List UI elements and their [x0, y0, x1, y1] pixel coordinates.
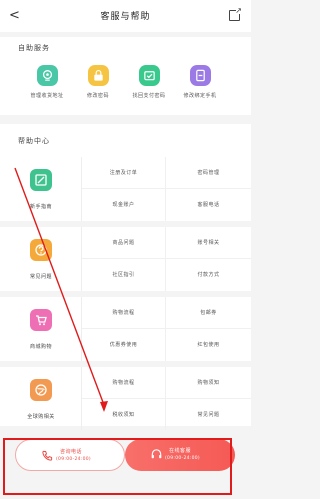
wallet-check-icon: [138, 65, 160, 86]
change-password-label: 修改密码: [86, 93, 109, 99]
help-center-title: 帮助中心: [18, 137, 50, 145]
help-link[interactable]: 包邮券: [166, 297, 251, 329]
recover-pay-password-label: 找回支付密码: [132, 93, 166, 99]
help-link[interactable]: 客服电话: [166, 189, 251, 221]
global-label: 全球购相关: [27, 414, 55, 420]
help-link[interactable]: 密码管理: [166, 157, 251, 189]
help-link[interactable]: 社区指引: [82, 259, 166, 291]
help-link[interactable]: 优惠券使用: [82, 329, 166, 361]
help-link[interactable]: 购物流程: [82, 367, 166, 399]
recover-pay-password-button[interactable]: 找回支付密码: [124, 65, 174, 99]
help-link[interactable]: 税收须知: [82, 399, 166, 431]
help-link[interactable]: 商品问题: [82, 227, 166, 259]
help-row-global: 全球购相关 购物流程 购物须知 税收须知 常见问题: [0, 367, 251, 431]
help-link[interactable]: 常见问题: [166, 399, 251, 431]
nav-bar: < 客服与帮助 ↗: [0, 0, 251, 32]
cart-icon: [30, 309, 52, 331]
globe-icon: [30, 379, 52, 401]
faq-label: 常见问题: [29, 274, 52, 280]
shopping-category[interactable]: 商城购物: [0, 297, 82, 361]
lock-icon: [87, 65, 109, 86]
help-link[interactable]: 现金账户: [82, 189, 166, 221]
help-link[interactable]: 购物须知: [166, 367, 251, 399]
global-category[interactable]: 全球购相关: [0, 367, 82, 431]
question-icon: [30, 239, 52, 261]
help-link[interactable]: 购物流程: [82, 297, 166, 329]
guide-category[interactable]: 新手指南: [0, 157, 82, 221]
help-center-card: 帮助中心 新手指南 注册及订单 密码管理 现金账户 客服电话 常见问题 商品问题…: [0, 124, 251, 431]
change-phone-button[interactable]: 修改绑定手机: [175, 65, 225, 99]
help-row-shopping: 商城购物 购物流程 包邮券 优惠券使用 红包使用: [0, 297, 251, 361]
address-pin-icon: [36, 65, 58, 86]
self-service-card: 自助服务 管理收货地址 修改密码 找回支付密码 修改绑定手机: [0, 37, 251, 115]
manage-address-label: 管理收货地址: [30, 93, 64, 99]
page-title: 客服与帮助: [100, 12, 151, 22]
annotation-highlight-box: [3, 438, 232, 495]
help-link[interactable]: 注册及订单: [82, 157, 166, 189]
help-link[interactable]: 账号相关: [166, 227, 251, 259]
guide-book-icon: [30, 169, 52, 191]
help-row-guide: 新手指南 注册及订单 密码管理 现金账户 客服电话: [0, 157, 251, 221]
guide-label: 新手指南: [29, 204, 52, 210]
external-arrow-glyph: ↗: [235, 6, 242, 15]
help-row-faq: 常见问题 商品问题 账号相关 社区指引 付款方式: [0, 227, 251, 291]
manage-address-button[interactable]: 管理收货地址: [22, 65, 72, 99]
phone-link-icon: [189, 65, 211, 86]
change-password-button[interactable]: 修改密码: [73, 65, 123, 99]
shopping-label: 商城购物: [29, 344, 52, 350]
self-service-title: 自助服务: [18, 44, 50, 52]
faq-category[interactable]: 常见问题: [0, 227, 82, 291]
help-link[interactable]: 付款方式: [166, 259, 251, 291]
change-phone-label: 修改绑定手机: [183, 93, 217, 99]
help-link[interactable]: 红包使用: [166, 329, 251, 361]
